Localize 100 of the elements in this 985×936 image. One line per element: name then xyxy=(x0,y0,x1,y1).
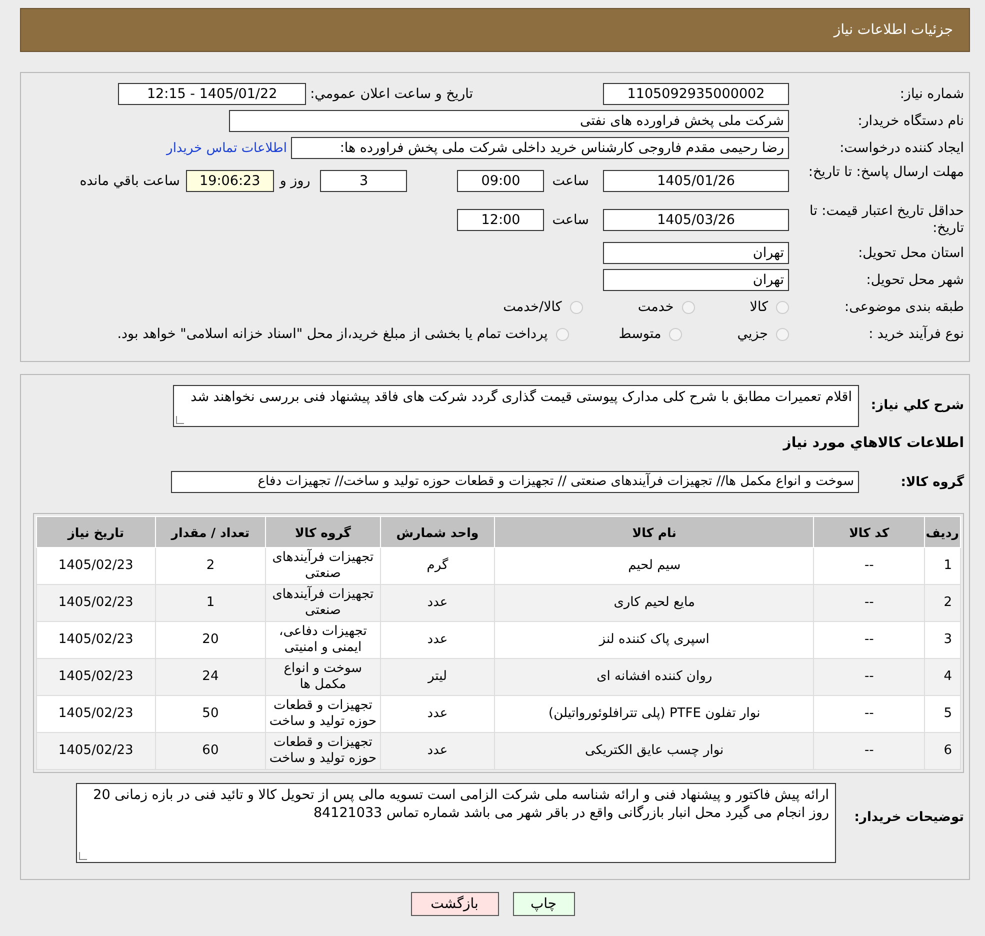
field-label: ساعت باقي مانده xyxy=(80,173,180,189)
text-field[interactable]: سوخت و انواع مکمل ها// تجهیزات فرآیندهای صنعتی // تجهیزات و قطعات حوزه تولید و ساخت// تجهیزات دفاع xyxy=(171,471,859,493)
table-cell: 1 xyxy=(155,584,266,622)
field-label: طبقه بندی موضوعی: xyxy=(844,298,964,316)
back-button[interactable]: بازگشت xyxy=(410,892,498,916)
resize-grip-icon[interactable] xyxy=(176,416,184,424)
table-cell: تجهیزات و قطعات حوزه تولید و ساخت xyxy=(266,732,380,770)
column-header: گروه کالا xyxy=(266,516,380,548)
table-cell: روان کننده افشانه ای xyxy=(494,658,814,696)
table-cell: 6 xyxy=(924,732,960,770)
table-cell: تجهیزات فرآیندهای صنعتی xyxy=(266,548,380,584)
field-label: حداقل تاریخ اعتبار قیمت: تا تاریخ: xyxy=(808,203,964,237)
column-header: کد کالا xyxy=(814,516,924,548)
field-label: توضیحات خریدار: xyxy=(853,809,964,826)
table-cell: اسپری پاک کننده لنز xyxy=(494,622,814,658)
text-field[interactable]: تهران xyxy=(603,242,789,264)
table-cell: 50 xyxy=(155,696,266,732)
radio-label: كالا xyxy=(750,299,768,315)
radio-button[interactable] xyxy=(556,328,569,340)
text-field[interactable]: شرکت ملی پخش فراورده های نفتی xyxy=(229,110,789,132)
table-cell: تجهیزات و قطعات حوزه تولید و ساخت xyxy=(266,696,380,732)
field-label: شماره نیاز: xyxy=(898,86,964,102)
field-label: ایجاد کننده درخواست: xyxy=(838,140,964,156)
table-cell: 1405/02/23 xyxy=(36,696,156,732)
field-label: ساعت xyxy=(552,212,589,228)
radio-button[interactable] xyxy=(682,300,695,314)
page-title: جزئیات اطلاعات نیاز xyxy=(834,22,953,38)
table-cell: نوار چسب عایق الکتریکی xyxy=(494,732,814,770)
field-label: روز و xyxy=(280,173,310,189)
radio-label: كالا/خدمت xyxy=(503,299,562,315)
table-cell: لیتر xyxy=(380,658,495,696)
table-cell: 1405/02/23 xyxy=(36,732,156,770)
table-cell: 60 xyxy=(155,732,266,770)
table-cell: تجهیزات فرآیندهای صنعتی xyxy=(266,584,380,622)
table-cell: 1405/02/23 xyxy=(36,584,156,622)
time-field[interactable]: 12:00 xyxy=(457,209,544,231)
table-cell: عدد xyxy=(380,696,495,732)
table-cell: تجهیزات دفاعی، ایمنی و امنیتی xyxy=(266,622,380,658)
table-cell: 3 xyxy=(924,622,960,658)
text-area[interactable]: ارائه پیش فاکتور و پیشنهاد فنی و ارائه شناسه ملی شرکت الزامی است تسویه مالی پس از تحویل کالا و تائید فنی در بازه زمانی 20 روز انجام می گیرد محل انبار بازرگانی واقع در باقر شهر می باشد شماره تماس 84121033 xyxy=(76,783,836,863)
radio-label: خدمت xyxy=(638,299,674,315)
table-cell: -- xyxy=(814,658,924,696)
field-label: نوع فرآیند خرید : xyxy=(868,326,964,342)
time-field[interactable]: 09:00 xyxy=(457,170,544,192)
table-cell: 1 xyxy=(924,548,960,584)
text-field[interactable]: 1405/01/22 - 12:15 xyxy=(118,83,306,105)
table-cell: 2 xyxy=(155,548,266,584)
field-label: نام دستگاه خریدار: xyxy=(856,112,964,130)
column-header: تعداد / مقدار xyxy=(155,516,266,548)
table-cell: -- xyxy=(814,732,924,770)
table-cell: -- xyxy=(814,548,924,584)
table-cell: عدد xyxy=(380,584,495,622)
field-label: تاریخ و ساعت اعلان عمومي: xyxy=(310,86,473,102)
radio-label: پرداخت تمام یا بخشی از مبلغ خرید،از محل "اسناد خزانه اسلامی" خواهد بود. xyxy=(117,326,548,342)
table-cell: سوخت و انواع مکمل ها xyxy=(266,658,380,696)
table-cell: 24 xyxy=(155,658,266,696)
print-button[interactable]: چاپ xyxy=(512,892,574,916)
field-label: استان محل تحویل: xyxy=(857,244,964,262)
table-cell: 4 xyxy=(924,658,960,696)
radio-label: متوسط xyxy=(618,326,662,342)
text-field[interactable]: 1105092935000002 xyxy=(603,83,789,105)
table-cell: -- xyxy=(814,696,924,732)
section-heading: اطلاعات كالاهاي مورد نیاز xyxy=(782,435,964,451)
field-label: شهر محل تحویل: xyxy=(865,272,964,288)
field-label: مهلت ارسال پاسخ: تا تاریخ: xyxy=(807,164,964,181)
table-cell: سیم لحیم xyxy=(494,548,814,584)
radio-button[interactable] xyxy=(669,328,682,340)
field-label: شرح کلي نیاز: xyxy=(870,397,964,414)
table-cell: عدد xyxy=(380,622,495,658)
table-cell: 1405/02/23 xyxy=(36,658,156,696)
text-area[interactable]: اقلام تعمیرات مطابق با شرح کلی مدارک پیوستی قیمت گذاری گردد شرکت های فاقد پیشنهاد فنی بررسی نخواهند شد xyxy=(173,385,859,427)
table-cell: عدد xyxy=(380,732,495,770)
radio-button[interactable] xyxy=(776,328,789,340)
table-cell: -- xyxy=(814,584,924,622)
column-header: تاریخ نیاز xyxy=(36,516,156,548)
table-cell: 2 xyxy=(924,584,960,622)
text-field[interactable]: رضا رحیمی مقدم فاروجی کارشناس خرید داخلی شرکت ملی پخش فراورده ها: xyxy=(291,137,789,159)
resize-grip-icon[interactable] xyxy=(79,852,87,860)
table-cell: 1405/02/23 xyxy=(36,548,156,584)
date-field[interactable]: 1405/01/26 xyxy=(603,170,789,192)
field-label: ساعت xyxy=(552,173,589,189)
radio-button[interactable] xyxy=(570,300,583,314)
column-header: واحد شمارش xyxy=(380,516,495,548)
date-field[interactable]: 1405/03/26 xyxy=(603,209,789,231)
table-cell: مایع لحیم کاری xyxy=(494,584,814,622)
table-cell: 1405/02/23 xyxy=(36,622,156,658)
text-field[interactable]: تهران xyxy=(603,269,789,291)
table-cell: نوار تفلون PTFE (پلی تترافلوئورواتیلن) xyxy=(494,696,814,732)
contact-link[interactable]: اطلاعات تماس خریدار xyxy=(166,140,287,156)
days-field[interactable]: 3 xyxy=(320,170,408,192)
column-header: ردیف xyxy=(924,516,960,548)
field-label: گروه کالا: xyxy=(900,474,964,490)
radio-button[interactable] xyxy=(776,300,789,314)
table-cell: 5 xyxy=(924,696,960,732)
table-cell: گرم xyxy=(380,548,495,584)
table-cell: -- xyxy=(814,622,924,658)
radio-label: جزيي xyxy=(737,326,768,342)
column-header: نام کالا xyxy=(494,516,814,548)
countdown-field: 19:06:23 xyxy=(186,170,274,192)
table-cell: 20 xyxy=(155,622,266,658)
